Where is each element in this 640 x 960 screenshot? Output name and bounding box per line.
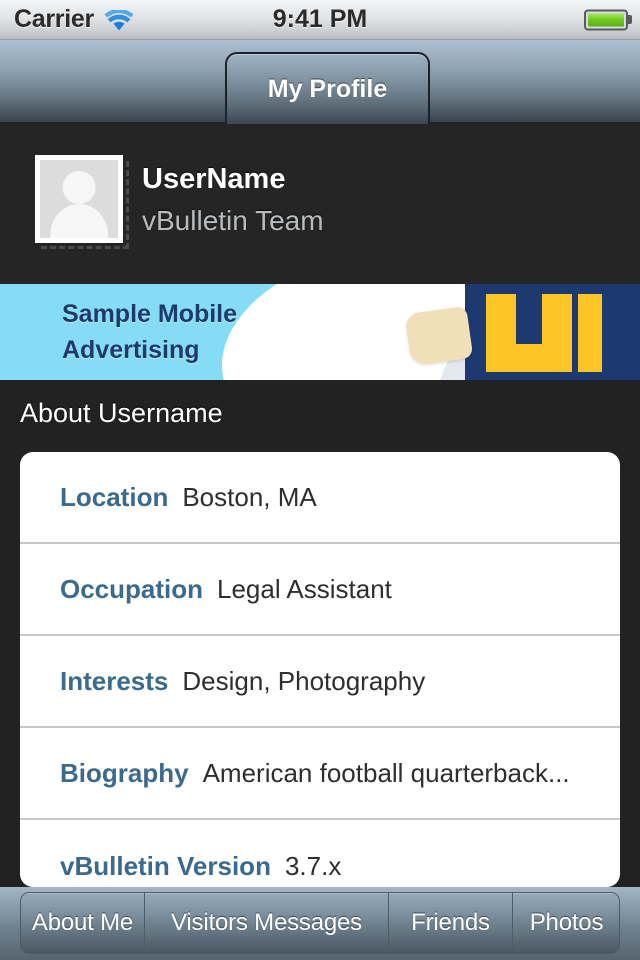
ad-text: Sample Mobile Advertising	[62, 296, 237, 369]
carrier-label: Carrier	[14, 5, 94, 33]
bottom-tab-bar: About Me Visitors Messages Friends Photo…	[0, 887, 640, 960]
ad-logo-v-icon	[486, 294, 602, 372]
info-row-vbulletin-version[interactable]: vBulletin Version 3.7.x	[20, 820, 620, 887]
info-value: Design, Photography	[182, 665, 426, 696]
tab-photos[interactable]: Photos	[513, 893, 619, 953]
info-value: Boston, MA	[182, 481, 317, 512]
info-label: Biography	[60, 757, 189, 788]
tab-label: Visitors Messages	[171, 909, 362, 936]
info-row-occupation[interactable]: Occupation Legal Assistant	[20, 544, 620, 636]
avatar[interactable]	[35, 155, 129, 249]
nav-bar: My Profile	[0, 40, 640, 124]
avatar-head-shape	[62, 170, 96, 204]
status-bar-right	[584, 9, 628, 30]
tab-label: Photos	[529, 909, 604, 936]
info-row-interests[interactable]: Interests Design, Photography	[20, 636, 620, 728]
info-row-location[interactable]: Location Boston, MA	[20, 452, 620, 544]
info-value: American football quarterback...	[202, 757, 570, 788]
wifi-icon	[104, 7, 134, 32]
avatar-body-shape	[50, 204, 108, 238]
info-label: Interests	[60, 665, 169, 696]
ad-banner[interactable]: Sample Mobile Advertising	[0, 284, 640, 380]
battery-icon	[584, 9, 628, 30]
profile-header: UserName vBulletin Team	[0, 122, 640, 284]
tab-label: Friends	[411, 909, 490, 936]
status-bar-left: Carrier	[14, 5, 134, 34]
status-bar: Carrier 9:41 PM	[0, 0, 640, 40]
info-label: Location	[60, 481, 169, 512]
section-title: About Username	[20, 398, 223, 428]
tab-about-me[interactable]: About Me	[21, 893, 145, 953]
ad-text-line2: Advertising	[62, 336, 200, 364]
info-label: vBulletin Version	[60, 850, 271, 881]
ad-logo-panel	[465, 284, 640, 380]
battery-fill	[588, 13, 624, 26]
nav-tab-my-profile[interactable]: My Profile	[225, 52, 430, 124]
tab-friends[interactable]: Friends	[389, 893, 513, 953]
avatar-frame	[35, 155, 123, 243]
about-info-card: Location Boston, MA Occupation Legal Ass…	[20, 452, 620, 887]
usertitle-label: vBulletin Team	[142, 204, 324, 236]
profile-names: UserName vBulletin Team	[142, 162, 324, 237]
avatar-placeholder-icon	[40, 160, 118, 238]
tab-visitors-messages[interactable]: Visitors Messages	[145, 893, 389, 953]
info-value: 3.7.x	[284, 850, 342, 881]
nav-tab-label: My Profile	[267, 74, 388, 103]
info-value: Legal Assistant	[217, 573, 392, 604]
tab-group: About Me Visitors Messages Friends Photo…	[20, 892, 620, 954]
info-row-biography[interactable]: Biography American football quarterback.…	[20, 728, 620, 820]
username-label: UserName	[142, 163, 286, 195]
ad-text-line1: Sample Mobile	[62, 299, 238, 328]
ad-hand-shape	[404, 305, 474, 367]
tab-label: About Me	[31, 909, 134, 936]
app-root: Carrier 9:41 PM My Profile UserName vBul…	[0, 0, 640, 960]
info-label: Occupation	[60, 573, 204, 604]
